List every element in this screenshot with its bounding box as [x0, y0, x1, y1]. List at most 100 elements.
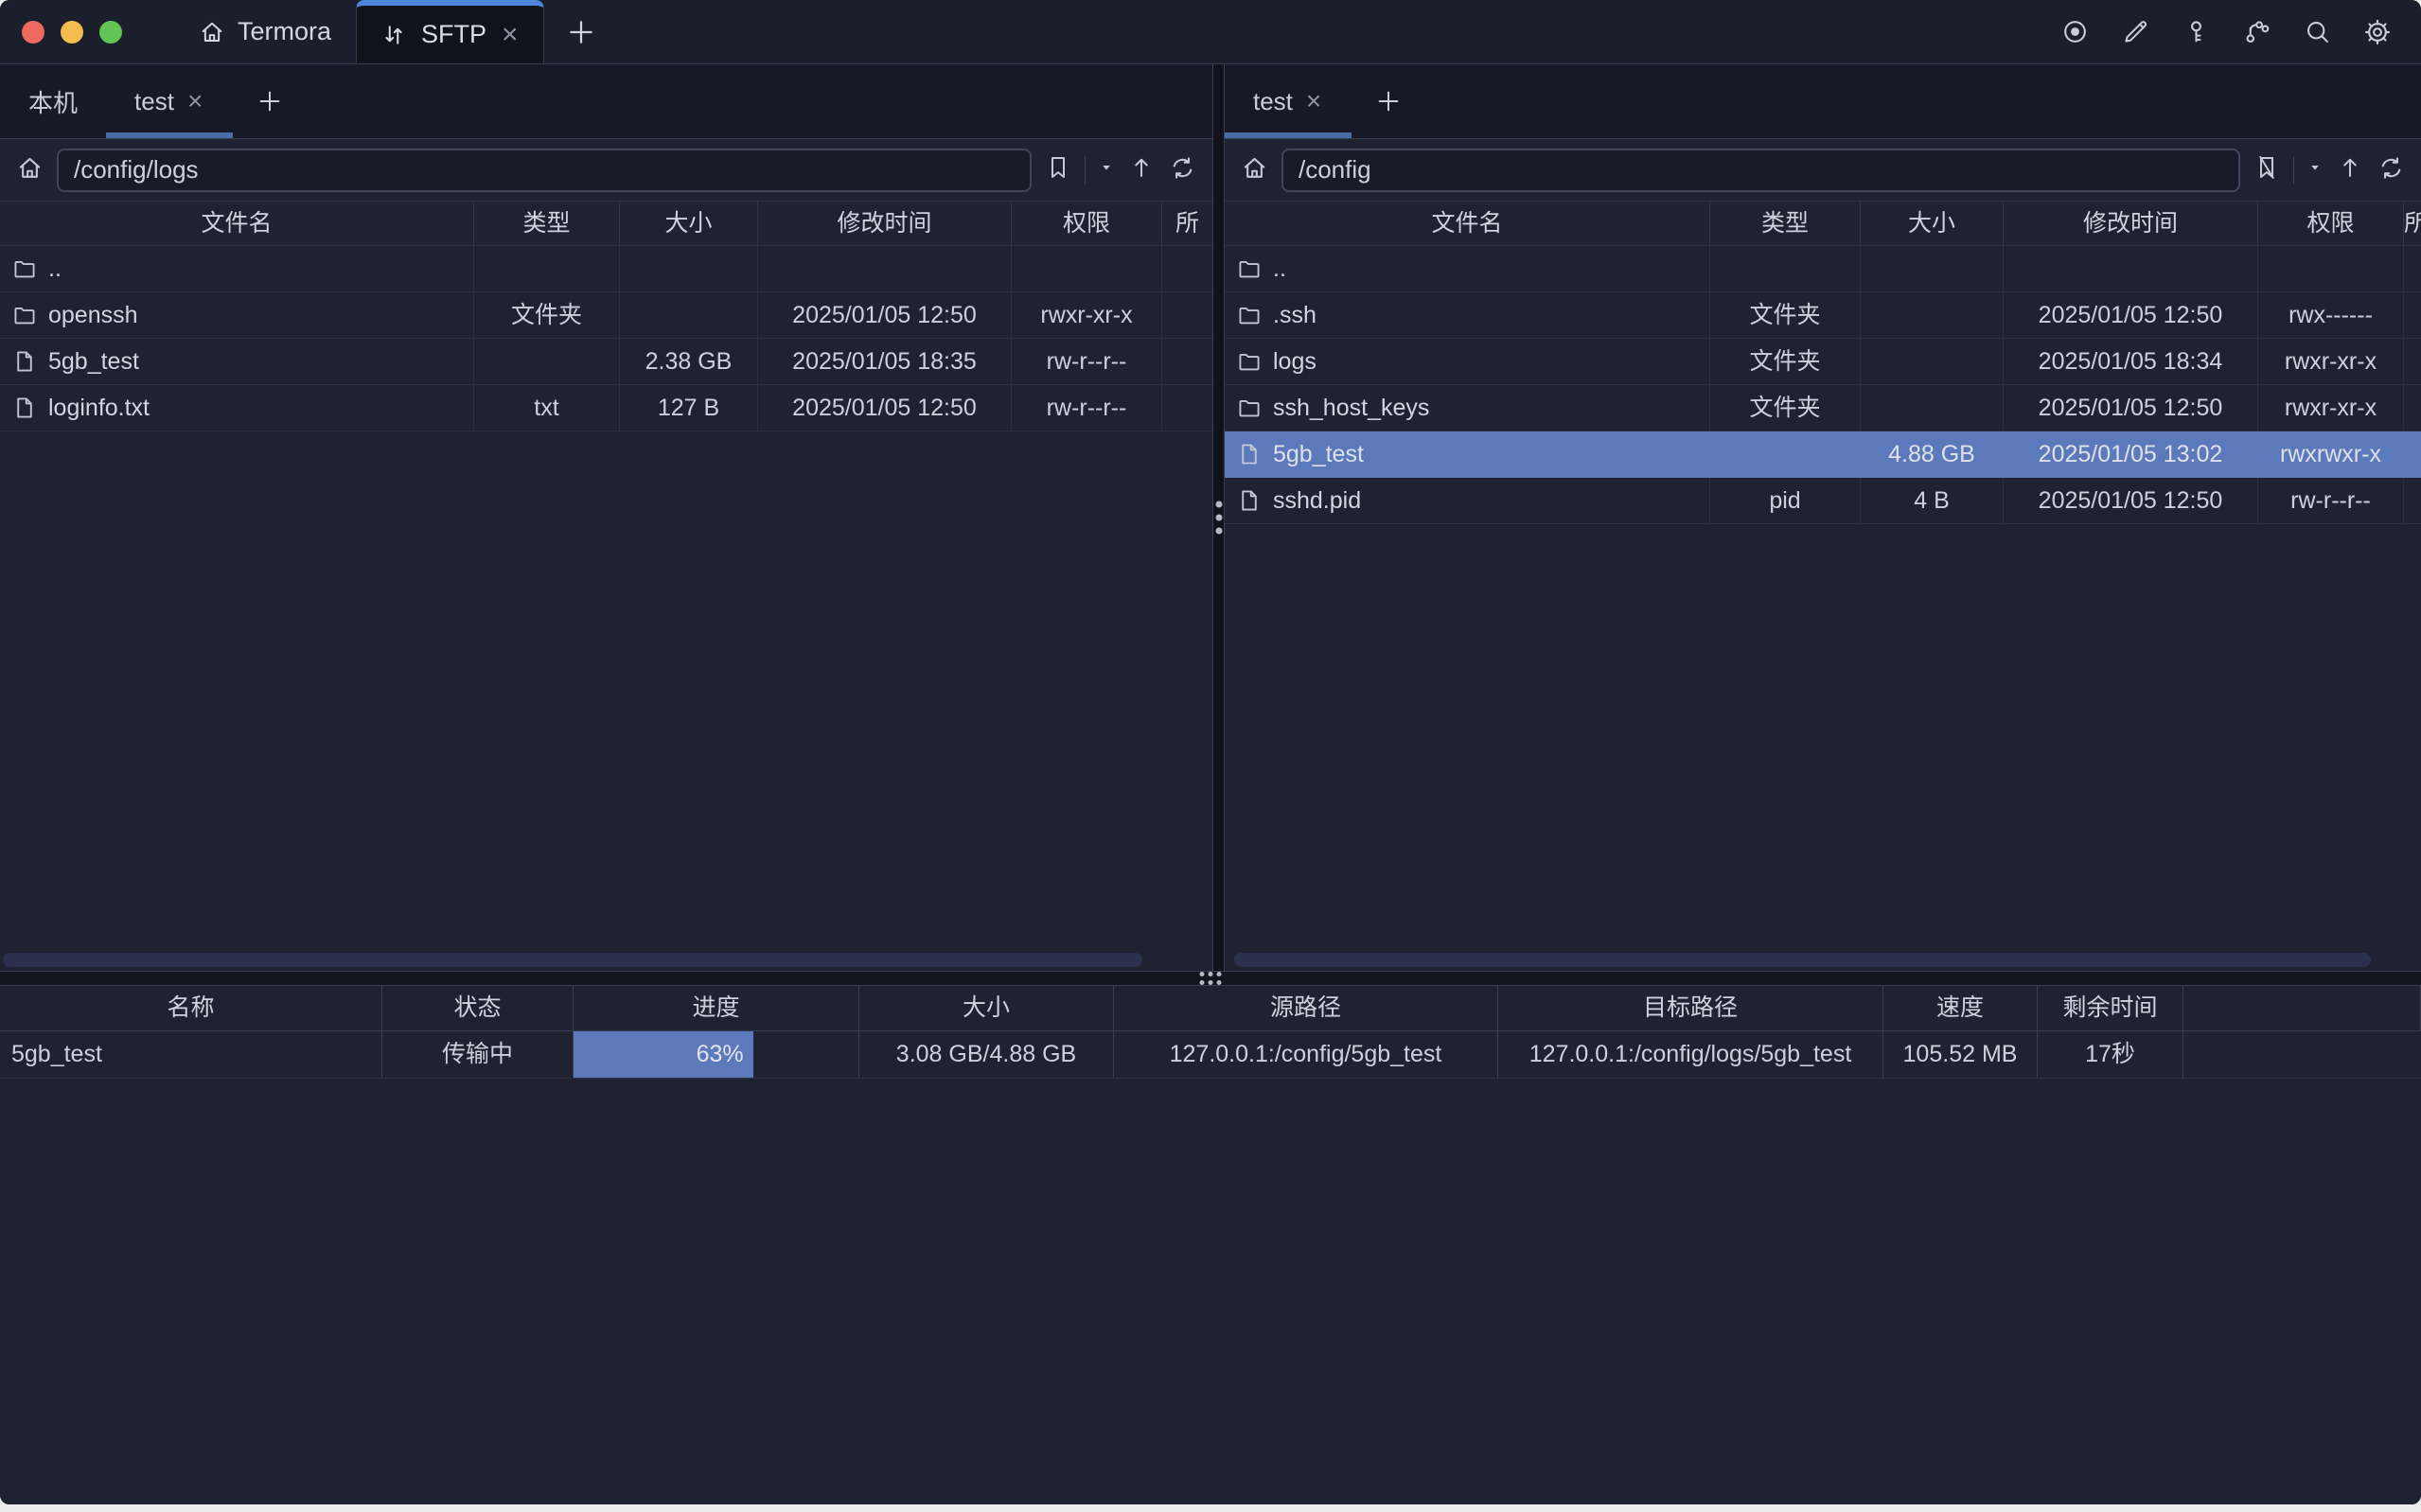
- remote-path-input[interactable]: [1281, 149, 2240, 192]
- folder-icon: [1236, 395, 1263, 421]
- tab-termora-home[interactable]: Termora: [173, 0, 356, 63]
- refresh-button[interactable]: [1168, 153, 1197, 187]
- table-row[interactable]: sshd.pid pid 4 B 2025/01/05 12:50 rw-r--…: [1225, 478, 2421, 524]
- titlebar-actions: [2056, 0, 2421, 63]
- file-icon: [1236, 487, 1263, 514]
- table-row[interactable]: ssh_host_keys 文件夹 2025/01/05 12:50 rwxr-…: [1225, 385, 2421, 431]
- edit-button[interactable]: [2116, 13, 2154, 51]
- column-header-mtime[interactable]: 修改时间: [2004, 202, 2258, 245]
- keys-button[interactable]: [2177, 13, 2215, 51]
- column-header-size[interactable]: 大小: [1861, 202, 2004, 245]
- transfer-progress-bar: 63%: [574, 1031, 859, 1078]
- source-control-button[interactable]: [2237, 13, 2275, 51]
- table-row-selected[interactable]: 5gb_test 4.88 GB 2025/01/05 13:02 rwxrwx…: [1225, 431, 2421, 478]
- column-header-owner[interactable]: 所: [2404, 202, 2421, 245]
- refresh-icon: [2377, 153, 2406, 183]
- table-row[interactable]: openssh 文件夹 2025/01/05 12:50 rwxr-xr-x: [0, 292, 1212, 339]
- close-window-button[interactable]: [22, 21, 44, 44]
- column-header-progress[interactable]: 进度: [574, 986, 859, 1030]
- folder-icon: [1236, 302, 1263, 328]
- tab-session-test-left[interactable]: test ×: [106, 64, 233, 138]
- table-row[interactable]: logs 文件夹 2025/01/05 18:34 rwxr-xr-x: [1225, 339, 2421, 385]
- search-button[interactable]: [2298, 13, 2336, 51]
- column-header-size[interactable]: 大小: [859, 986, 1114, 1030]
- column-header-remaining[interactable]: 剩余时间: [2038, 986, 2183, 1030]
- maximize-window-button[interactable]: [99, 21, 122, 44]
- table-row[interactable]: loginfo.txt txt 127 B 2025/01/05 12:50 r…: [0, 385, 1212, 431]
- column-header-status[interactable]: 状态: [382, 986, 574, 1030]
- gear-icon: [2362, 17, 2393, 47]
- bookmark-dropdown-button[interactable]: [1098, 159, 1115, 181]
- column-header-perm[interactable]: 权限: [1012, 202, 1162, 245]
- column-header-filename[interactable]: 文件名: [1225, 202, 1710, 245]
- table-row[interactable]: ..: [0, 246, 1212, 292]
- remote-pane: test × 文件名 类型 大小: [1225, 64, 2421, 971]
- close-sftp-tab-button[interactable]: ×: [500, 21, 521, 49]
- folder-icon: [11, 302, 38, 328]
- divider: [2293, 156, 2294, 185]
- column-header-size[interactable]: 大小: [620, 202, 758, 245]
- column-header-type[interactable]: 类型: [1710, 202, 1861, 245]
- home-icon: [15, 153, 44, 183]
- horizontal-scrollbar: [0, 950, 1212, 971]
- chevron-down-icon: [1098, 159, 1115, 176]
- bookmark-button[interactable]: [2253, 153, 2281, 186]
- close-session-tab-button[interactable]: ×: [1304, 88, 1323, 114]
- table-header: 文件名 类型 大小 修改时间 权限 所: [0, 202, 1212, 246]
- transfer-header: 名称 状态 进度 大小 源路径 目标路径 速度 剩余时间: [0, 986, 2421, 1031]
- transfer-row[interactable]: 5gb_test 传输中 63% 3.08 GB/4.88 GB 127.0.0…: [0, 1031, 2421, 1079]
- add-session-tab-button-left[interactable]: [233, 64, 307, 138]
- remote-pane-tabs: test ×: [1225, 64, 2421, 139]
- table-row[interactable]: ..: [1225, 246, 2421, 292]
- parent-directory-button[interactable]: [1127, 153, 1156, 186]
- file-name: 5gb_test: [48, 339, 139, 384]
- tab-session-test-right[interactable]: test ×: [1225, 64, 1352, 138]
- table-header: 文件名 类型 大小 修改时间 权限 所: [1225, 202, 2421, 246]
- tab-sftp[interactable]: SFTP ×: [356, 0, 544, 63]
- table-row[interactable]: 5gb_test 2.38 GB 2025/01/05 18:35 rw-r--…: [0, 339, 1212, 385]
- settings-button[interactable]: [2359, 13, 2396, 51]
- new-tab-button[interactable]: [544, 0, 618, 63]
- column-header-target[interactable]: 目标路径: [1498, 986, 1883, 1030]
- parent-directory-button[interactable]: [2336, 153, 2364, 186]
- divider: [1085, 156, 1086, 185]
- close-session-tab-button[interactable]: ×: [186, 88, 204, 114]
- file-name: ssh_host_keys: [1273, 385, 1429, 431]
- column-header-perm[interactable]: 权限: [2258, 202, 2404, 245]
- bookmark-dropdown-button[interactable]: [2306, 159, 2324, 181]
- file-list-empty-area: [1225, 524, 2421, 950]
- horizontal-scrollbar: [1225, 950, 2421, 971]
- column-header-name[interactable]: 名称: [0, 986, 382, 1030]
- bookmark-button[interactable]: [1044, 153, 1072, 186]
- home-directory-button[interactable]: [15, 153, 44, 187]
- column-header-owner[interactable]: 所: [1162, 202, 1212, 245]
- column-header-filename[interactable]: 文件名: [0, 202, 474, 245]
- minimize-window-button[interactable]: [61, 21, 83, 44]
- tab-local-machine[interactable]: 本机: [0, 64, 106, 138]
- add-session-tab-button-right[interactable]: [1352, 64, 1425, 138]
- file-name: logs: [1273, 339, 1317, 384]
- column-header-source[interactable]: 源路径: [1114, 986, 1498, 1030]
- local-path-input[interactable]: [57, 149, 1032, 192]
- column-header-mtime[interactable]: 修改时间: [758, 202, 1012, 245]
- scrollbar-thumb[interactable]: [1234, 953, 2371, 967]
- column-header-speed[interactable]: 速度: [1883, 986, 2038, 1030]
- chevron-down-icon: [2306, 159, 2324, 176]
- sftp-tab-label: SFTP: [421, 20, 486, 49]
- scrollbar-thumb[interactable]: [3, 953, 1142, 967]
- transfer-panel-splitter[interactable]: [0, 971, 2421, 986]
- file-name: 5gb_test: [1273, 431, 1364, 477]
- table-row[interactable]: .ssh 文件夹 2025/01/05 12:50 rwx------: [1225, 292, 2421, 339]
- transfer-updown-icon: [380, 21, 408, 49]
- folder-icon: [11, 255, 38, 282]
- pane-splitter[interactable]: [1212, 64, 1225, 971]
- record-icon: [2060, 17, 2090, 46]
- refresh-button[interactable]: [2377, 153, 2406, 187]
- key-icon: [2182, 17, 2211, 46]
- transfer-speed: 105.52 MB: [1883, 1031, 2038, 1078]
- home-directory-button[interactable]: [1240, 153, 1269, 187]
- local-pane: 本机 test × 文件名: [0, 64, 1212, 971]
- record-button[interactable]: [2056, 13, 2094, 51]
- splitter-grip-icon: [1200, 972, 1222, 985]
- column-header-type[interactable]: 类型: [474, 202, 620, 245]
